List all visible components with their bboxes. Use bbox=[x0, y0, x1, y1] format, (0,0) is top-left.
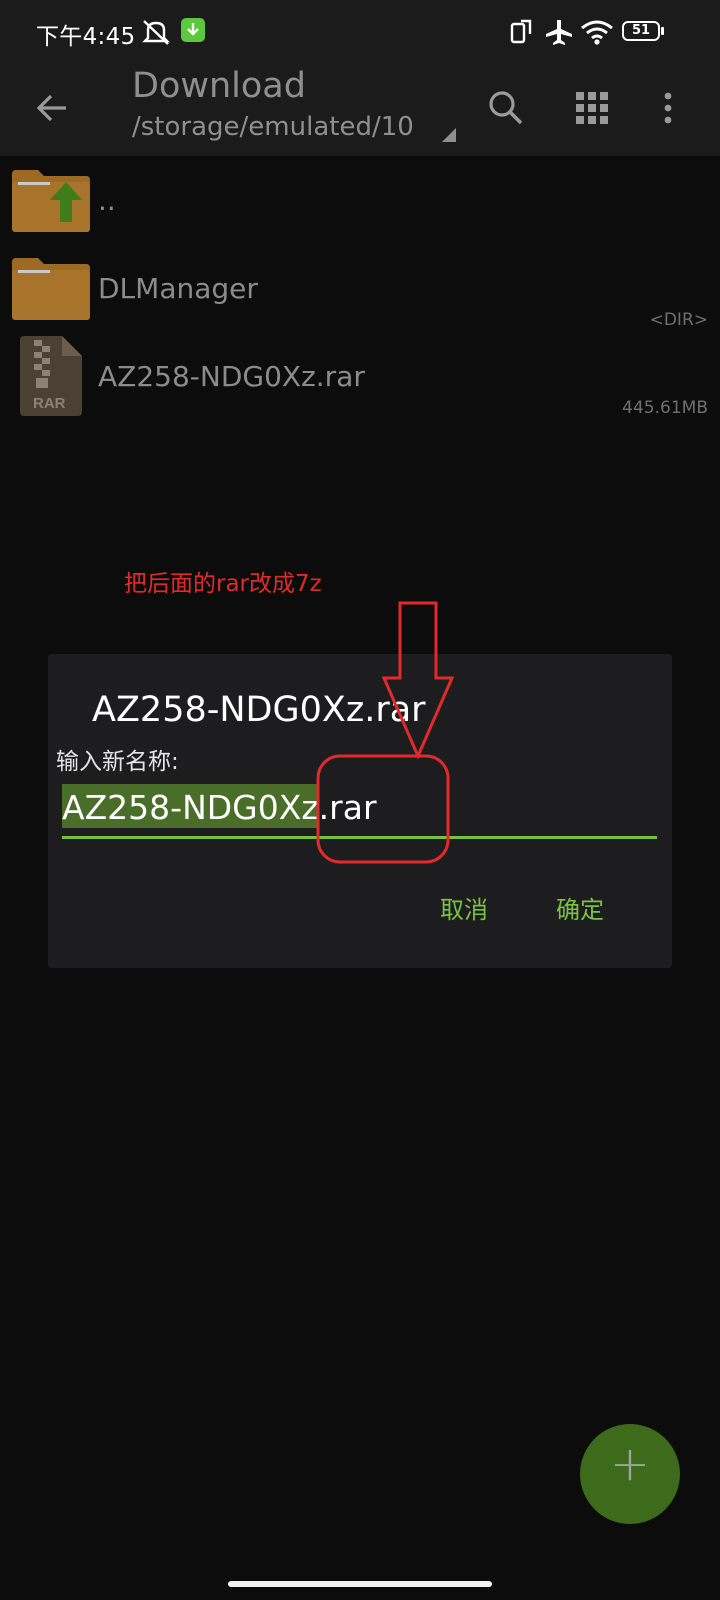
file-name: .. bbox=[98, 184, 116, 217]
file-name: DLManager bbox=[98, 272, 258, 305]
alarm-off-icon bbox=[142, 20, 170, 45]
page-title: Download bbox=[132, 66, 306, 106]
grid-view-icon[interactable] bbox=[570, 86, 614, 130]
folder-up-icon bbox=[12, 170, 90, 232]
battery-cap bbox=[661, 27, 664, 35]
file-size: 445.61MB bbox=[622, 398, 708, 418]
wifi-icon bbox=[581, 20, 613, 45]
battery-level: 51 bbox=[631, 23, 651, 38]
download-notification-icon bbox=[181, 18, 205, 42]
status-bar: 下午4:45 51 bbox=[0, 0, 720, 64]
list-item[interactable]: DLManager <DIR> bbox=[0, 250, 720, 338]
new-name-label: 输入新名称: bbox=[56, 749, 179, 775]
back-arrow-icon[interactable] bbox=[30, 86, 74, 130]
new-name-input-value: AZ258-NDG0Xz.rar bbox=[62, 788, 377, 827]
rename-dialog: AZ258-NDG0Xz.rar 输入新名称: AZ258-NDG0Xz.rar… bbox=[48, 654, 672, 968]
search-icon[interactable] bbox=[484, 86, 528, 130]
path-subtitle[interactable]: /storage/emulated/10 bbox=[132, 112, 414, 142]
add-icon: + bbox=[609, 1436, 651, 1492]
path-dropdown-icon[interactable] bbox=[442, 128, 456, 142]
rar-icon-label: RAR bbox=[33, 395, 66, 412]
airplane-mode-icon bbox=[546, 20, 572, 45]
app-bar: Download /storage/emulated/10 bbox=[0, 64, 720, 156]
annotation-text: 把后面的rar改成7z bbox=[124, 571, 322, 597]
more-vert-icon[interactable] bbox=[646, 86, 690, 130]
status-time: 下午4:45 bbox=[36, 24, 136, 50]
screen-rotate-icon bbox=[510, 19, 532, 44]
file-name: AZ258-NDG0Xz.rar bbox=[98, 360, 365, 393]
folder-icon bbox=[12, 258, 90, 320]
rar-file-icon: RAR bbox=[20, 336, 82, 416]
new-name-input[interactable]: AZ258-NDG0Xz.rar bbox=[62, 784, 657, 839]
home-indicator[interactable] bbox=[228, 1581, 492, 1587]
list-item[interactable]: RAR AZ258-NDG0Xz.rar 445.61MB bbox=[0, 336, 720, 426]
add-button[interactable]: + bbox=[580, 1424, 680, 1524]
list-item[interactable]: .. bbox=[0, 162, 720, 250]
dialog-title: AZ258-NDG0Xz.rar bbox=[92, 690, 426, 730]
battery-icon: 51 bbox=[622, 21, 660, 41]
file-type: <DIR> bbox=[649, 310, 708, 330]
confirm-button[interactable]: 确定 bbox=[556, 890, 604, 925]
cancel-button[interactable]: 取消 bbox=[440, 890, 488, 925]
